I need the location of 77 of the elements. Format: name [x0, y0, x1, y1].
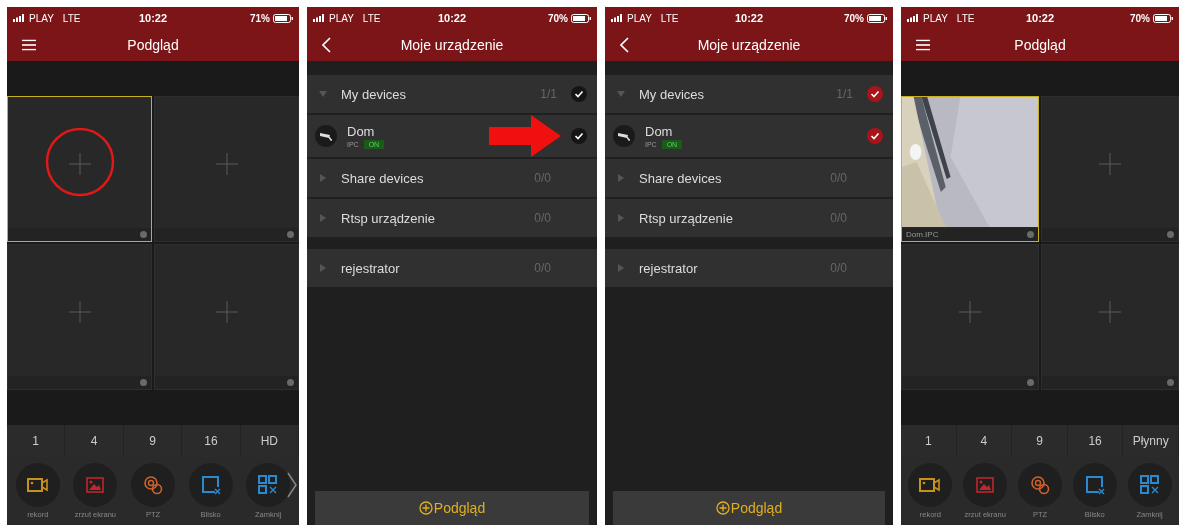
group-name: rejestrator [639, 260, 699, 276]
add-circle-icon [715, 501, 730, 515]
screen-title: Moje urządzenie [697, 37, 801, 53]
video-cell[interactable] [154, 244, 299, 390]
clock-time: 10:22 [1025, 12, 1055, 24]
battery-percent: 71% [250, 12, 270, 24]
network-type: LTE [362, 12, 381, 24]
video-cell[interactable] [7, 96, 152, 242]
signal-icon [313, 14, 326, 22]
group-name: Rtsp urządzenie [341, 210, 436, 226]
clock-time: 10:22 [138, 12, 168, 24]
screen-title: Podgląd [127, 37, 179, 53]
add-icon [1099, 301, 1121, 323]
screen-title: Moje urządzenie [400, 37, 504, 53]
device-name: Dom [347, 123, 376, 139]
video-cell[interactable]: Dom.IPC [901, 96, 1039, 242]
preview-button[interactable]: Podgląd [315, 491, 589, 525]
status-dot-icon [1027, 379, 1034, 386]
battery-icon [571, 13, 591, 23]
video-cell[interactable] [154, 96, 299, 242]
battery-percent: 70% [844, 12, 864, 24]
group-name: rejestrator [341, 260, 401, 276]
group-name: Share devices [341, 170, 425, 186]
add-icon [68, 301, 91, 323]
group-name: Share devices [639, 170, 723, 186]
signal-icon [13, 14, 26, 22]
carrier-name: PLAY [627, 12, 652, 24]
status-dot-icon [1027, 231, 1034, 238]
add-icon [215, 301, 238, 323]
status-dot-icon [140, 379, 147, 386]
battery-percent: 70% [548, 12, 568, 24]
battery-icon [1153, 13, 1173, 23]
group-name: My devices [639, 86, 706, 102]
device-name: Dom [645, 123, 674, 139]
security-camera-icon [613, 125, 635, 147]
video-cell[interactable] [1041, 96, 1179, 242]
camera-caption: Dom.IPC [906, 230, 939, 239]
chevron-right-icon[interactable] [287, 472, 297, 498]
preview-button[interactable]: Podgląd [613, 491, 885, 525]
status-dot-icon [140, 231, 147, 238]
check-icon[interactable] [571, 128, 587, 144]
carrier-name: PLAY [923, 12, 948, 24]
back-icon[interactable] [620, 37, 629, 53]
battery-icon [273, 13, 293, 23]
carrier-name: PLAY [329, 12, 354, 24]
battery-icon [867, 13, 887, 23]
check-icon[interactable] [867, 86, 883, 102]
add-icon [68, 153, 91, 175]
clock-time: 10:22 [734, 12, 764, 24]
battery-percent: 70% [1130, 12, 1150, 24]
status-dot-icon [1167, 379, 1174, 386]
back-icon[interactable] [322, 37, 331, 53]
status-dot-icon [287, 231, 294, 238]
add-circle-icon [418, 501, 433, 515]
network-type: LTE [956, 12, 975, 24]
network-type: LTE [660, 12, 679, 24]
group-name: Rtsp urządzenie [639, 210, 734, 226]
status-dot-icon [287, 379, 294, 386]
video-cell[interactable] [1041, 244, 1179, 390]
video-cell[interactable] [901, 244, 1039, 390]
add-icon [959, 301, 981, 323]
add-icon [1099, 153, 1121, 175]
menu-icon[interactable] [916, 39, 930, 51]
check-icon[interactable] [571, 86, 587, 102]
video-cell[interactable] [7, 244, 152, 390]
check-icon[interactable] [867, 128, 883, 144]
network-type: LTE [62, 12, 81, 24]
screen-title: Podgląd [1014, 37, 1066, 53]
security-camera-icon [315, 125, 337, 147]
status-dot-icon [1167, 231, 1174, 238]
menu-icon[interactable] [22, 39, 36, 51]
signal-icon [611, 14, 624, 22]
clock-time: 10:22 [437, 12, 467, 24]
group-name: My devices [341, 86, 408, 102]
add-icon [215, 153, 238, 175]
carrier-name: PLAY [29, 12, 54, 24]
signal-icon [907, 14, 920, 22]
